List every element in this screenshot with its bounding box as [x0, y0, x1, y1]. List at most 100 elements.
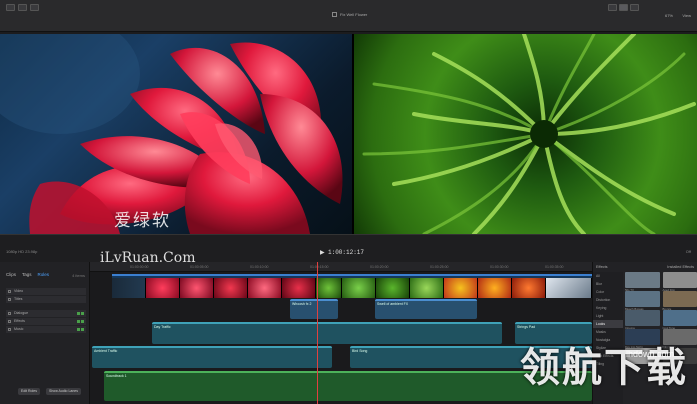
timeline-toggle-icon[interactable] — [619, 4, 628, 11]
category-item[interactable]: Distortion — [593, 296, 623, 304]
checkbox-icon[interactable] — [8, 298, 11, 301]
viewer-zoom[interactable]: 67% — [665, 13, 673, 18]
clip-label: Whoosh fx 2 — [292, 302, 312, 306]
timecode-display[interactable]: 1:00:12:17 — [328, 249, 364, 256]
effect-thumbnail[interactable]: Bleach Bypass — [625, 291, 660, 311]
watermark-en-top: iLvRuan.Com — [100, 250, 196, 266]
focus-toggle-icon[interactable] — [81, 320, 84, 323]
ruler-tick: 01:00:35:00 — [545, 265, 564, 269]
category-item[interactable]: Color — [593, 288, 623, 296]
clip-thumbnail[interactable] — [512, 278, 546, 298]
clip-label: Strings Pad — [517, 325, 536, 329]
watermark-cn-top: 爱绿软 — [114, 211, 171, 231]
clip-thumbnail[interactable] — [478, 278, 512, 298]
effect-thumbnail[interactable]: 50s TV — [625, 272, 660, 292]
clip-thumbnail[interactable] — [282, 278, 316, 298]
tab-clips[interactable]: Clips — [6, 272, 16, 277]
clip-thumbnail[interactable] — [180, 278, 214, 298]
clip-thumbnail[interactable] — [376, 278, 410, 298]
role-row-music[interactable]: Music — [6, 326, 86, 333]
music-clip[interactable]: Soundtrack 1 — [104, 371, 592, 401]
role-row-effects[interactable]: Effects — [6, 318, 86, 325]
fullscreen-control[interactable]: Off — [686, 249, 691, 254]
toolbar-left-buttons — [6, 4, 39, 11]
clip-thumbnail[interactable] — [248, 278, 282, 298]
checkbox-icon[interactable] — [8, 328, 11, 331]
tab-tags[interactable]: Tags — [22, 272, 32, 277]
role-label: Dialogue — [14, 311, 29, 315]
lane-toggle-icon[interactable] — [77, 320, 80, 323]
edit-roles-button[interactable]: Edit Roles — [18, 388, 40, 395]
role-label: Video — [14, 289, 24, 293]
top-toolbar: Fix Well Flower 67% View — [0, 0, 697, 32]
keyword-icon[interactable] — [18, 4, 27, 11]
category-item[interactable]: Blur — [593, 280, 623, 288]
clip-thumbnail[interactable] — [146, 278, 180, 298]
final-cut-pro-window: Fix Well Flower 67% View 1080p HD 23.98p… — [0, 0, 697, 404]
clip-thumbnail[interactable] — [342, 278, 376, 298]
toolbar-right-buttons — [608, 4, 639, 11]
ruler-tick: 01:00:15:00 — [310, 265, 329, 269]
view-menu[interactable]: View — [682, 13, 691, 18]
import-icon[interactable] — [6, 4, 15, 11]
effect-thumbnail[interactable]: Cinema — [625, 310, 660, 330]
red-flower-art — [0, 34, 343, 234]
effects-clip[interactable]: Ambient Traffic — [92, 346, 332, 368]
checkbox-icon[interactable] — [8, 312, 11, 315]
ruler-tick: 01:00:10:00 — [250, 265, 269, 269]
index-count: 4 items — [72, 273, 85, 278]
effects-header-right: Installed Effects — [667, 265, 694, 269]
audio-clip[interactable]: Swell of ambient FX — [375, 299, 477, 319]
timeline-index: Clips Tags Roles 4 items Video Titles Di… — [0, 262, 90, 404]
role-row-video[interactable]: Video — [6, 288, 86, 295]
role-row-dialogue[interactable]: Dialogue — [6, 310, 86, 317]
background-tasks-icon[interactable] — [30, 4, 39, 11]
dialogue-clip[interactable]: Day Traffic — [152, 322, 502, 344]
role-label: Music — [14, 327, 24, 331]
tab-roles[interactable]: Roles — [38, 272, 50, 277]
effect-thumbnail[interactable]: Aged Film — [662, 272, 697, 292]
role-label: Titles — [14, 297, 23, 301]
category-item[interactable]: All — [593, 272, 623, 280]
role-row-titles[interactable]: Titles — [6, 296, 86, 303]
effects-header: Effects Installed Effects — [593, 262, 697, 272]
clip-thumbnail[interactable] — [444, 278, 478, 298]
lane-toggle-icon[interactable] — [77, 328, 80, 331]
clip-thumbnail[interactable] — [316, 278, 342, 298]
ruler-tick: 01:00:20:00 — [370, 265, 389, 269]
audio-clip[interactable]: Whoosh fx 2 — [290, 299, 338, 319]
project-name: Fix Well Flower — [340, 12, 368, 17]
clip-thumbnail[interactable] — [410, 278, 444, 298]
browser-toggle-icon[interactable] — [608, 4, 617, 11]
category-item[interactable]: Keying — [593, 304, 623, 312]
category-item[interactable]: Light — [593, 312, 623, 320]
playhead[interactable] — [317, 262, 318, 404]
effect-thumbnail[interactable]: Bronze — [662, 291, 697, 311]
clip-label: Day Traffic — [154, 325, 171, 329]
clip-thumbnail[interactable] — [112, 278, 146, 298]
viewer — [0, 34, 697, 234]
category-item[interactable]: Looks — [593, 320, 623, 328]
clip-label: Ambient Traffic — [94, 349, 118, 353]
inspector-toggle-icon[interactable] — [630, 4, 639, 11]
primary-storyline[interactable] — [112, 274, 592, 298]
lane-toggle-icon[interactable] — [77, 312, 80, 315]
effects-header-left: Effects — [596, 265, 608, 269]
clip-thumbnail[interactable] — [214, 278, 248, 298]
green-flower-art — [362, 34, 696, 234]
ruler-tick: 01:00:30:00 — [490, 265, 509, 269]
timeline[interactable]: 01:00:00:00 01:00:05:00 01:00:10:00 01:0… — [90, 262, 592, 404]
focus-toggle-icon[interactable] — [81, 312, 84, 315]
project-title: Fix Well Flower — [332, 12, 367, 17]
watermark-cn-bottom: 领航下载 — [520, 345, 688, 391]
clip-thumbnail[interactable] — [546, 278, 592, 298]
show-audio-lanes-button[interactable]: Show Audio Lanes — [46, 388, 81, 395]
green-flower-image — [354, 34, 697, 234]
viewer-format: 1080p HD 23.98p — [6, 249, 38, 254]
checkbox-icon[interactable] — [8, 290, 11, 293]
effect-thumbnail[interactable]: Cool Tone — [662, 310, 697, 330]
focus-toggle-icon[interactable] — [81, 328, 84, 331]
clip-label: Bird Song — [352, 349, 368, 353]
play-icon[interactable]: ▶ — [320, 249, 325, 256]
checkbox-icon[interactable] — [8, 320, 11, 323]
